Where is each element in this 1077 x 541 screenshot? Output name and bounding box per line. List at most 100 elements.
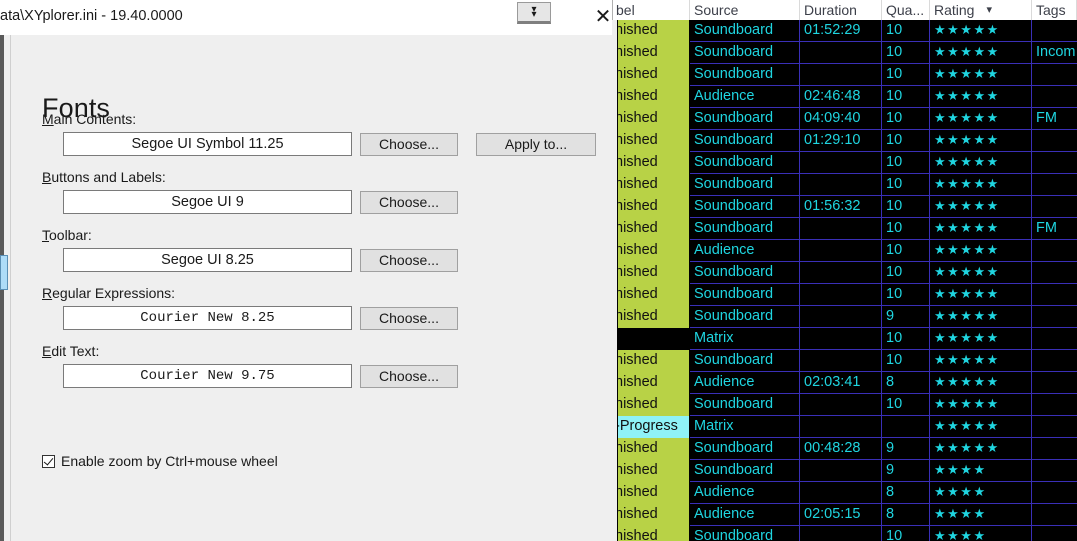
table-row[interactable]: nished Audience 8 ★★★★ (612, 482, 1077, 504)
fonts-dialog: ata\XYplorer.ini - 19.40.0000 ▾ ▾ ✕ Fonts… (0, 0, 613, 541)
cell-source: Soundboard (690, 42, 800, 64)
table-row[interactable]: nished Audience 10 ★★★★★ (612, 240, 1077, 262)
font-value-input-2[interactable]: Segoe UI 8.25 (63, 248, 352, 272)
cell-rating: ★★★★ (930, 482, 1032, 504)
table-row[interactable]: nished Soundboard 10 ★★★★★ (612, 174, 1077, 196)
enable-zoom-checkbox-row[interactable]: Enable zoom by Ctrl+mouse wheel (42, 453, 278, 469)
table-row[interactable]: nished Soundboard 9 ★★★★ (612, 460, 1077, 482)
font-field-row-4: Courier New 9.75 Choose... (42, 364, 458, 388)
file-list-header[interactable]: bel Source Duration Qua... Rating ▾ Tags (612, 0, 1077, 20)
column-header-source[interactable]: Source (690, 0, 800, 20)
table-row[interactable]: nished Audience 02:46:48 10 ★★★★★ (612, 86, 1077, 108)
table-row[interactable]: nished Soundboard 10 ★★★★★ Incom (612, 42, 1077, 64)
star-rating-icon: ★★★★★ (934, 154, 1000, 169)
table-row[interactable]: nished Soundboard 04:09:40 10 ★★★★★ FM (612, 108, 1077, 130)
apply-to-button[interactable]: Apply to... (476, 132, 596, 156)
font-value-input-4[interactable]: Courier New 9.75 (63, 364, 352, 388)
table-row[interactable]: nished Soundboard 10 ★★★★ (612, 526, 1077, 541)
column-header-quality[interactable]: Qua... (882, 0, 930, 20)
cell-label: nished (612, 482, 690, 504)
table-row[interactable]: nished Soundboard 10 ★★★★★ FM (612, 218, 1077, 240)
table-row[interactable]: nished Soundboard 01:56:32 10 ★★★★★ (612, 196, 1077, 218)
close-button[interactable]: ✕ (588, 2, 612, 30)
table-row[interactable]: nished Audience 02:03:41 8 ★★★★★ (612, 372, 1077, 394)
font-value-input-0[interactable]: Segoe UI Symbol 11.25 (63, 132, 352, 156)
table-row[interactable]: nished Soundboard 10 ★★★★★ (612, 262, 1077, 284)
cell-quality: 10 (882, 196, 930, 218)
font-field-group-4: Edit Text: Courier New 9.75 Choose... (42, 343, 458, 388)
column-header-label-source: Source (694, 1, 739, 18)
table-row[interactable]: nished Soundboard 9 ★★★★★ (612, 306, 1077, 328)
table-row[interactable]: nished Soundboard 01:29:10 10 ★★★★★ (612, 130, 1077, 152)
font-field-label-3: Regular Expressions: (42, 285, 176, 301)
table-row[interactable]: nished Soundboard 10 ★★★★★ (612, 350, 1077, 372)
cell-duration: 02:05:15 (800, 504, 882, 526)
cell-quality: 9 (882, 460, 930, 482)
cell-tags (1032, 328, 1077, 350)
column-header-label[interactable]: bel (612, 0, 690, 20)
cell-duration (800, 42, 882, 64)
font-value-input-1[interactable]: Segoe UI 9 (63, 190, 352, 214)
column-header-label-duration: Duration (804, 1, 857, 18)
table-row[interactable]: nished Soundboard 10 ★★★★★ (612, 284, 1077, 306)
column-header-rating[interactable]: Rating ▾ (930, 0, 1032, 20)
cell-source: Audience (690, 482, 800, 504)
choose-button-0[interactable]: Choose... (360, 132, 458, 156)
cell-label: nished (612, 20, 690, 42)
table-row[interactable]: -Progress Matrix ★★★★★ (612, 416, 1077, 438)
star-rating-icon: ★★★★★ (934, 44, 1000, 59)
cell-rating: ★★★★★ (930, 328, 1032, 350)
star-rating-icon: ★★★★★ (934, 374, 1000, 389)
star-rating-icon: ★★★★★ (934, 110, 1000, 125)
cell-source: Soundboard (690, 108, 800, 130)
cell-tags (1032, 152, 1077, 174)
cell-tags (1032, 174, 1077, 196)
dialog-left-edge-tab[interactable] (0, 255, 8, 290)
choose-button-3[interactable]: Choose... (360, 306, 458, 330)
table-row[interactable]: Matrix 10 ★★★★★ (612, 328, 1077, 350)
star-rating-icon: ★★★★★ (934, 198, 1000, 213)
star-rating-icon: ★★★★ (934, 528, 987, 541)
cell-label: nished (612, 262, 690, 284)
choose-button-1[interactable]: Choose... (360, 190, 458, 214)
cell-rating: ★★★★★ (930, 350, 1032, 372)
cell-tags (1032, 86, 1077, 108)
cell-source: Soundboard (690, 174, 800, 196)
cell-quality: 9 (882, 438, 930, 460)
cell-tags (1032, 460, 1077, 482)
file-list-panel[interactable]: bel Source Duration Qua... Rating ▾ Tags nishe… (612, 0, 1077, 541)
cell-tags (1032, 262, 1077, 284)
cell-tags (1032, 526, 1077, 541)
enable-zoom-checkbox[interactable] (42, 454, 55, 468)
cell-source: Soundboard (690, 262, 800, 284)
cell-tags (1032, 130, 1077, 152)
table-row[interactable]: nished Soundboard 01:52:29 10 ★★★★★ (612, 20, 1077, 42)
cell-duration: 00:48:28 (800, 438, 882, 460)
column-header-duration[interactable]: Duration (800, 0, 882, 20)
choose-button-4[interactable]: Choose... (360, 364, 458, 388)
cell-quality: 10 (882, 394, 930, 416)
table-row[interactable]: nished Soundboard 10 ★★★★★ (612, 152, 1077, 174)
file-list-rows[interactable]: nished Soundboard 01:52:29 10 ★★★★★ nished Sou… (612, 20, 1077, 541)
cell-rating: ★★★★★ (930, 64, 1032, 86)
star-rating-icon: ★★★★★ (934, 176, 1000, 191)
cell-source: Audience (690, 504, 800, 526)
cell-rating: ★★★★★ (930, 438, 1032, 460)
cell-label: nished (612, 108, 690, 130)
table-row[interactable]: nished Audience 02:05:15 8 ★★★★ (612, 504, 1077, 526)
table-row[interactable]: nished Soundboard 10 ★★★★★ (612, 394, 1077, 416)
dialog-titlebar[interactable]: ata\XYplorer.ini - 19.40.0000 ▾ ▾ ✕ (0, 0, 612, 35)
cell-duration: 02:03:41 (800, 372, 882, 394)
star-rating-icon: ★★★★★ (934, 264, 1000, 279)
table-row[interactable]: nished Soundboard 00:48:28 9 ★★★★★ (612, 438, 1077, 460)
cell-rating: ★★★★★ (930, 130, 1032, 152)
cell-rating: ★★★★★ (930, 20, 1032, 42)
cell-rating: ★★★★★ (930, 284, 1032, 306)
column-header-tags[interactable]: Tags (1032, 0, 1077, 20)
collapse-button[interactable]: ▾ ▾ (517, 2, 551, 24)
font-value-input-3[interactable]: Courier New 8.25 (63, 306, 352, 330)
table-row[interactable]: nished Soundboard 10 ★★★★★ (612, 64, 1077, 86)
column-header-label-label: bel (616, 1, 635, 18)
choose-button-2[interactable]: Choose... (360, 248, 458, 272)
cell-quality: 10 (882, 218, 930, 240)
